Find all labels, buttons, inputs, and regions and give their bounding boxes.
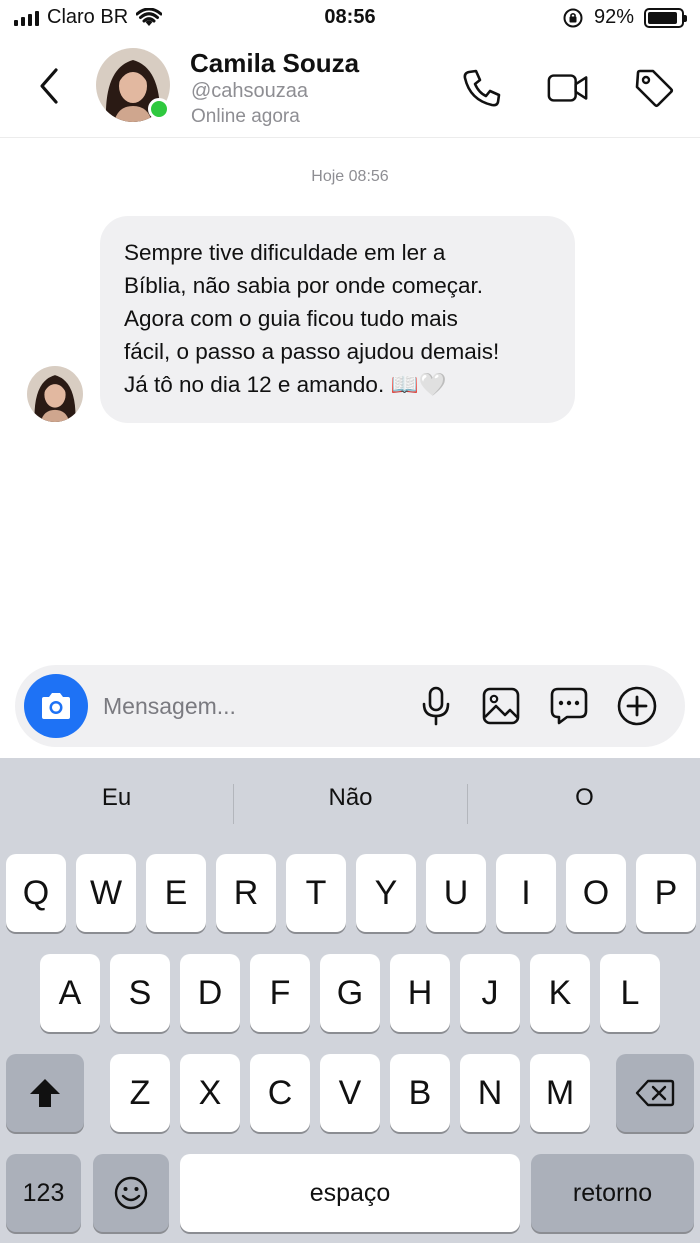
key-p[interactable]: P [636, 854, 696, 932]
chat-header: Camila Souza @cahsouzaa Online agora [0, 38, 700, 138]
message-timestamp: Hoje 08:56 [311, 168, 389, 185]
key-t[interactable]: T [286, 854, 346, 932]
suggestion-1[interactable]: Eu [0, 784, 233, 812]
backspace-key[interactable] [616, 1054, 694, 1132]
key-k[interactable]: K [530, 954, 590, 1032]
key-j[interactable]: J [460, 954, 520, 1032]
camera-icon [42, 693, 70, 719]
message-composer [15, 665, 685, 747]
key-g[interactable]: G [320, 954, 380, 1032]
tag-icon [635, 69, 674, 108]
contact-status: Online agora [191, 106, 300, 127]
orientation-lock-icon [563, 8, 583, 27]
suggestion-bar: Eu Não O [0, 758, 700, 848]
phone-icon [463, 69, 501, 107]
sticker-chat-icon [550, 687, 588, 725]
space-key[interactable]: espaço [180, 1154, 520, 1232]
tag-button[interactable] [632, 66, 676, 110]
battery-level [648, 11, 678, 24]
back-chevron-icon [40, 68, 58, 104]
key-e[interactable]: E [146, 854, 206, 932]
add-circle-icon [617, 686, 657, 726]
key-v[interactable]: V [320, 1054, 380, 1132]
key-y[interactable]: Y [356, 854, 416, 932]
emoji-key[interactable] [93, 1154, 169, 1232]
microphone-button[interactable] [415, 685, 457, 727]
shift-arrow-icon [30, 1079, 60, 1107]
microphone-icon [422, 686, 450, 726]
key-c[interactable]: C [250, 1054, 310, 1132]
backspace-icon [635, 1079, 675, 1107]
key-h[interactable]: H [390, 954, 450, 1032]
sticker-button[interactable] [548, 685, 590, 727]
back-button[interactable] [30, 64, 70, 108]
keyboard: Eu Não O QWERTYUIOPASDFGHJKLZXCVBNM 123 … [0, 758, 700, 1243]
message-line: fácil, o passo a passo ajudou demais! [124, 339, 500, 364]
video-call-button[interactable] [546, 66, 590, 110]
key-w[interactable]: W [76, 854, 136, 932]
battery-percent: 92% [593, 6, 634, 28]
contact-avatar-button[interactable] [96, 48, 170, 122]
contact-name[interactable]: Camila Souza [190, 48, 359, 79]
message-line: Bíblia, não sabia por onde começar. [124, 273, 483, 298]
key-u[interactable]: U [426, 854, 486, 932]
key-x[interactable]: X [180, 1054, 240, 1132]
video-camera-icon [547, 74, 588, 102]
call-button[interactable] [460, 66, 504, 110]
key-o[interactable]: O [566, 854, 626, 932]
shift-key[interactable] [6, 1054, 84, 1132]
avatar-portrait-icon [27, 366, 83, 422]
status-bar: Claro BR 08:56 92% [0, 0, 700, 38]
emoji-face-icon [114, 1176, 148, 1210]
key-l[interactable]: L [600, 954, 660, 1032]
key-m[interactable]: M [530, 1054, 590, 1132]
add-button[interactable] [616, 685, 658, 727]
key-z[interactable]: Z [110, 1054, 170, 1132]
key-s[interactable]: S [110, 954, 170, 1032]
status-right: 92% [562, 6, 687, 29]
image-icon [482, 687, 520, 725]
key-i[interactable]: I [496, 854, 556, 932]
camera-button[interactable] [24, 674, 88, 738]
message-bubble[interactable]: Sempre tive dificuldade em ler a Bíblia,… [100, 216, 575, 423]
message-line: Sempre tive dificuldade em ler a [124, 240, 446, 265]
key-a[interactable]: A [40, 954, 100, 1032]
online-indicator [148, 98, 170, 120]
return-key[interactable]: retorno [531, 1154, 694, 1232]
numbers-key[interactable]: 123 [6, 1154, 81, 1232]
key-q[interactable]: Q [6, 854, 66, 932]
key-d[interactable]: D [180, 954, 240, 1032]
suggestion-2[interactable]: Não [234, 784, 467, 812]
key-b[interactable]: B [390, 1054, 450, 1132]
message-avatar[interactable] [27, 366, 83, 422]
gallery-button[interactable] [480, 685, 522, 727]
key-n[interactable]: N [460, 1054, 520, 1132]
key-r[interactable]: R [216, 854, 276, 932]
message-input[interactable] [103, 685, 403, 727]
message-line: Agora com o guia ficou tudo mais [124, 306, 458, 331]
battery-icon [644, 7, 687, 28]
contact-handle: @cahsouzaa [191, 80, 309, 102]
message-line: Já tô no dia 12 e amando. 📖🤍 [124, 372, 447, 397]
suggestion-3[interactable]: O [468, 784, 700, 812]
key-f[interactable]: F [250, 954, 310, 1032]
